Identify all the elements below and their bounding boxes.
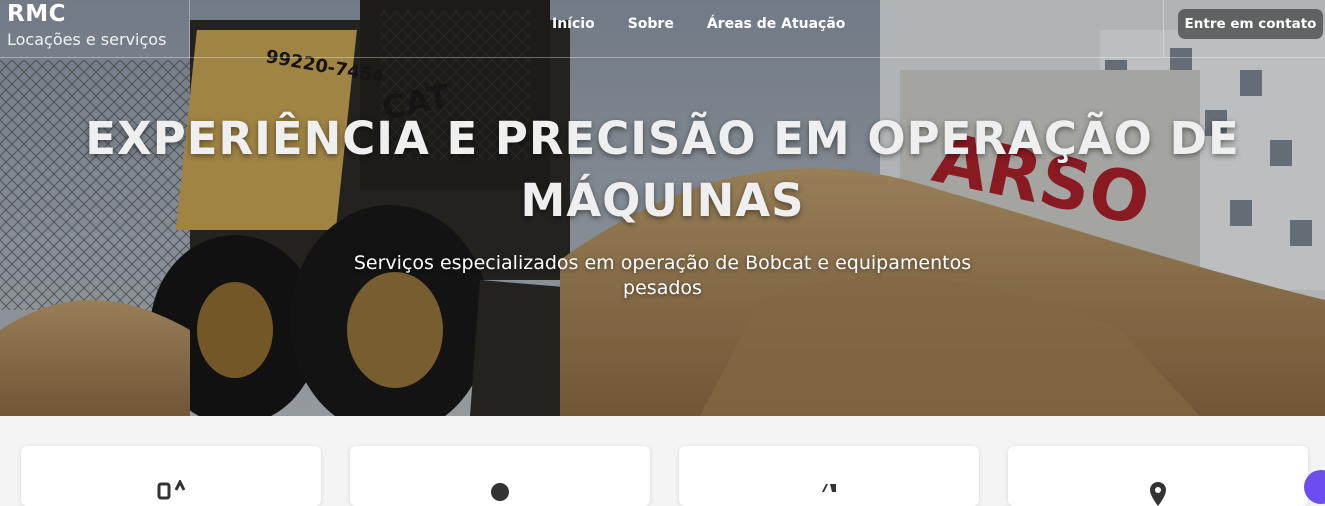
nav-links: Início Sobre Áreas de Atuação [552, 15, 845, 35]
feature-card[interactable] [350, 446, 650, 506]
equipment-icon [157, 480, 186, 500]
brand-tagline: Locações e serviços [7, 30, 167, 49]
person-icon [491, 483, 509, 501]
location-icon [1150, 482, 1166, 506]
hero-subtitle: Serviços especializados em operação de B… [353, 252, 972, 299]
nav-link-areas-de-atuacao[interactable]: Áreas de Atuação [707, 15, 846, 35]
tools-icon [822, 484, 836, 492]
hero-section: ARSO CAT 99220-7454 RMC Locações e servi… [0, 0, 1325, 416]
contact-button[interactable]: Entre em contato [1178, 9, 1323, 39]
feature-card[interactable] [1008, 446, 1308, 506]
feature-card[interactable] [21, 446, 321, 506]
top-navbar: RMC Locações e serviços Início Sobre Áre… [0, 0, 1325, 58]
features-section [0, 416, 1325, 506]
hero-title: EXPERIÊNCIA E PRECISÃO EM OPERAÇÃO DE MÁ… [85, 112, 1240, 227]
brand[interactable]: RMC Locações e serviços [0, 0, 190, 58]
nav-divider [1163, 0, 1164, 58]
nav-link-inicio[interactable]: Início [552, 15, 595, 35]
brand-name: RMC [7, 1, 66, 27]
feature-card[interactable] [679, 446, 979, 506]
nav-link-sobre[interactable]: Sobre [628, 15, 674, 35]
